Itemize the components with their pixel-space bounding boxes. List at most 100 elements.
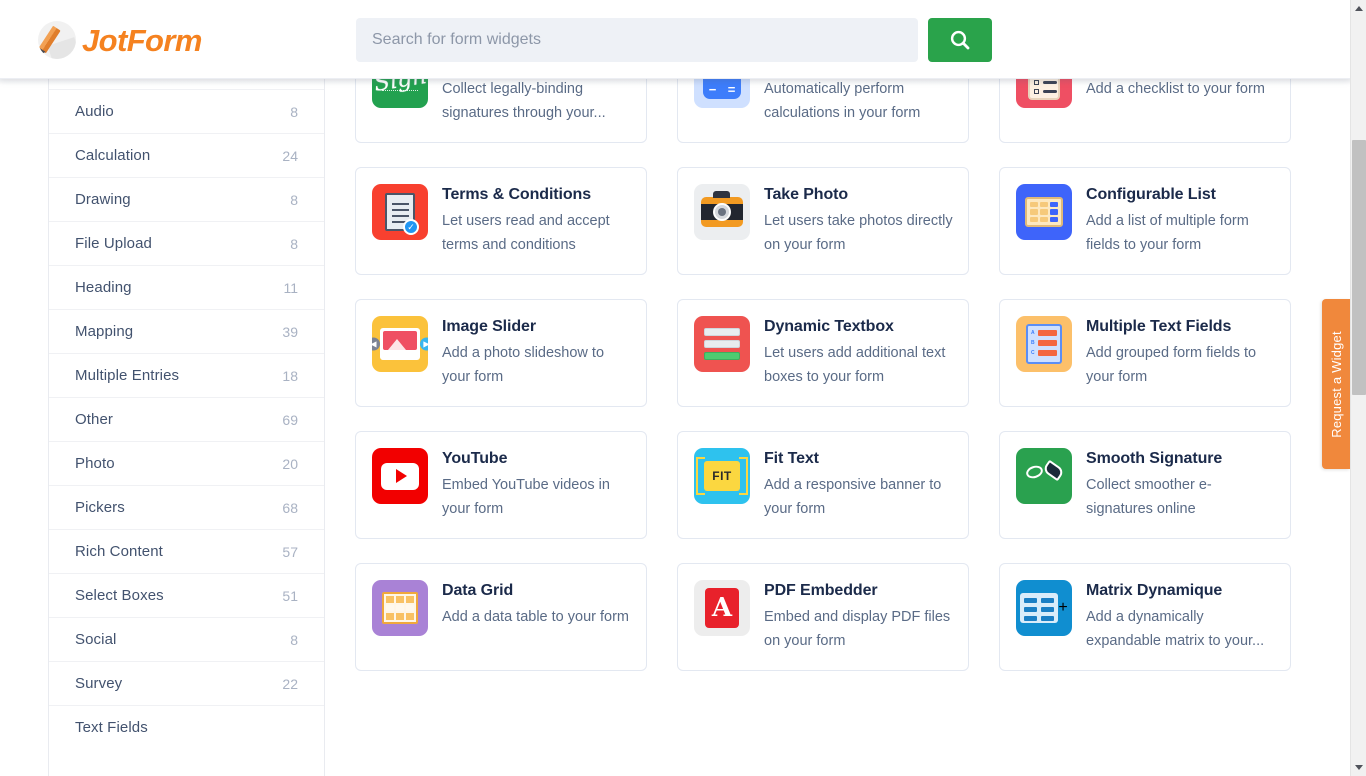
widget-card-body: Form CalculationAutomatically perform ca… <box>764 79 954 126</box>
sidebar-item-count: 69 <box>282 411 298 428</box>
sidebar-item-multiple-entries[interactable]: Multiple Entries 18 <box>49 353 324 397</box>
sidebar-item-heading[interactable]: Heading 11 <box>49 265 324 309</box>
sidebar-item-label: Other <box>75 411 114 428</box>
sidebar-item-text-fields[interactable]: Text Fields <box>49 705 324 749</box>
sidebar-item-audio[interactable]: Audio 8 <box>49 89 324 133</box>
sidebar-item-label: Photo <box>75 455 115 472</box>
widget-card-body: Take Photo Let users take photos directly… <box>764 184 954 258</box>
matrix-icon: + <box>1016 580 1072 636</box>
widget-title: Matrix Dynamique <box>1086 582 1223 599</box>
widget-title: Configurable List <box>1086 186 1216 203</box>
sidebar-item-social[interactable]: Social 8 <box>49 617 324 661</box>
widget-card-body: Matrix Dynamique Add a dynamically expand… <box>1086 580 1276 654</box>
widget-card[interactable]: Smooth Signature Collect smoother e-signa… <box>999 431 1291 539</box>
widget-title: Terms & Conditions <box>442 186 592 203</box>
widget-description: Add a responsive banner to your form <box>764 477 942 517</box>
sidebar-item-label: Survey <box>75 675 123 692</box>
sidebar-item-rich-content[interactable]: Rich Content 57 <box>49 529 324 573</box>
search-button[interactable] <box>928 18 992 62</box>
pdf-icon: A <box>694 580 750 636</box>
widget-title: Data Grid <box>442 582 514 599</box>
sidebar-item-count: 8 <box>290 191 298 208</box>
widget-card[interactable]: + Matrix Dynamique Add a dynamically expan… <box>999 563 1291 671</box>
widget-title: Take Photo <box>764 186 849 203</box>
widget-card[interactable]: +×−= Form CalculationAutomatically perfor… <box>677 79 969 143</box>
sidebar-item-label: Drawing <box>75 191 131 208</box>
widget-description: Add a list of multiple form fields to yo… <box>1086 213 1249 253</box>
widget-card[interactable]: ✓ Terms & Conditions Let users read and ac… <box>355 167 647 275</box>
widget-title: Image Slider <box>442 318 536 335</box>
widget-description: Add grouped form fields to your form <box>1086 345 1257 385</box>
sidebar-item-mapping[interactable]: Mapping 39 <box>49 309 324 353</box>
widget-description: Collect smoother e-signatures online <box>1086 477 1212 517</box>
widget-card[interactable]: A B C Multiple Text Fields Add grouped form … <box>999 299 1291 407</box>
widget-card-body: PDF Embedder Embed and display PDF files … <box>764 580 954 654</box>
scroll-down-arrow-icon[interactable] <box>1351 759 1366 776</box>
widget-description: Add a photo slideshow to your form <box>442 345 605 385</box>
widget-card-body: ChecklistAdd a checklist to your form <box>1086 79 1265 126</box>
scroll-up-arrow-icon[interactable] <box>1351 0 1366 17</box>
sidebar-item-count: 8 <box>290 103 298 120</box>
widget-grid: Sign E-SignatureCollect legally-binding s… <box>325 79 1310 671</box>
sidebar-item-select-boxes[interactable]: Select Boxes 51 <box>49 573 324 617</box>
sidebar-item-count: 39 <box>282 323 298 340</box>
fountain-pen-icon <box>1016 448 1072 504</box>
widget-card[interactable]: Dynamic Textbox Let users add additional … <box>677 299 969 407</box>
widget-card-body: Multiple Text Fields Add grouped form fie… <box>1086 316 1276 390</box>
scrollbar-thumb[interactable] <box>1352 140 1366 395</box>
sidebar-item-calculation[interactable]: Calculation 24 <box>49 133 324 177</box>
brand-name: JotForm <box>82 22 202 58</box>
sidebar-item-pickers[interactable]: Pickers 68 <box>49 485 324 529</box>
widget-description: Add a dynamically expandable matrix to y… <box>1086 609 1265 649</box>
sidebar-item-count: 8 <box>290 631 298 648</box>
widget-title: YouTube <box>442 450 508 467</box>
widget-description: Let users take photos directly on your f… <box>764 213 953 253</box>
widget-card-body: Data Grid Add a data table to your form <box>442 580 629 654</box>
sidebar-item-count: 22 <box>282 675 298 692</box>
sidebar-item-drawing[interactable]: Drawing 8 <box>49 177 324 221</box>
search-input[interactable] <box>356 18 918 62</box>
jotform-logo[interactable]: JotForm <box>38 18 202 62</box>
widget-card[interactable]: Sign E-SignatureCollect legally-binding s… <box>355 79 647 143</box>
sidebar-item-count: 51 <box>282 587 298 604</box>
widget-card-body: Fit Text Add a responsive banner to your … <box>764 448 954 522</box>
widget-card[interactable]: Data Grid Add a data table to your form <box>355 563 647 671</box>
sidebar-item-photo[interactable]: Photo 20 <box>49 441 324 485</box>
sidebar-item-label: Text Fields <box>75 719 148 736</box>
sidebar-item-survey[interactable]: Survey 22 <box>49 661 324 705</box>
sidebar-item-label: Pickers <box>75 499 125 516</box>
widget-card[interactable]: ◀ ▶ Image Slider Add a photo slideshow to y… <box>355 299 647 407</box>
clipboard-checklist-icon <box>1016 79 1072 108</box>
request-a-widget-tab[interactable]: Request a Widget <box>1322 299 1350 469</box>
widget-title: Fit Text <box>764 450 819 467</box>
widget-card-body: Configurable List Add a list of multiple … <box>1086 184 1276 258</box>
sidebar-item-label: Multiple Entries <box>75 367 180 384</box>
widget-title: Multiple Text Fields <box>1086 318 1232 335</box>
widget-card[interactable]: ChecklistAdd a checklist to your form <box>999 79 1291 143</box>
site-header: JotForm <box>0 0 1350 79</box>
sidebar-item-analytics[interactable]: Analytics25 <box>49 79 324 89</box>
page-scrollbar[interactable] <box>1350 0 1366 776</box>
widget-card[interactable]: A PDF Embedder Embed and display PDF files… <box>677 563 969 671</box>
sidebar-item-label: Heading <box>75 279 132 296</box>
widget-description: Add a checklist to your form <box>1086 81 1265 97</box>
calculator-icon: +×−= <box>694 79 750 108</box>
widget-card[interactable]: Configurable List Add a list of multiple … <box>999 167 1291 275</box>
sidebar-item-label: Audio <box>75 103 114 120</box>
sidebar-item-other[interactable]: Other 69 <box>49 397 324 441</box>
widget-card[interactable]: FIT Fit Text Add a responsive banner to yo… <box>677 431 969 539</box>
category-sidebar: Analytics25Audio8Calculation24Drawing8Fi… <box>48 79 325 776</box>
widget-card-body: YouTube Embed YouTube videos in your form <box>442 448 632 522</box>
widget-gallery: Sign E-SignatureCollect legally-binding s… <box>325 79 1350 776</box>
textbox-rows-icon <box>694 316 750 372</box>
widget-card[interactable]: YouTube Embed YouTube videos in your form <box>355 431 647 539</box>
youtube-play-icon <box>372 448 428 504</box>
page-root: JotForm Analytics25 Audio 8 Calculation 24 Dr… <box>0 0 1366 776</box>
sidebar-item-file-upload[interactable]: File Upload 8 <box>49 221 324 265</box>
sidebar-item-count: 68 <box>282 499 298 516</box>
search-area <box>356 18 992 62</box>
widget-description: Embed YouTube videos in your form <box>442 477 610 517</box>
camera-icon <box>694 184 750 240</box>
widget-card[interactable]: Take Photo Let users take photos directly… <box>677 167 969 275</box>
sidebar-item-count: 8 <box>290 235 298 252</box>
